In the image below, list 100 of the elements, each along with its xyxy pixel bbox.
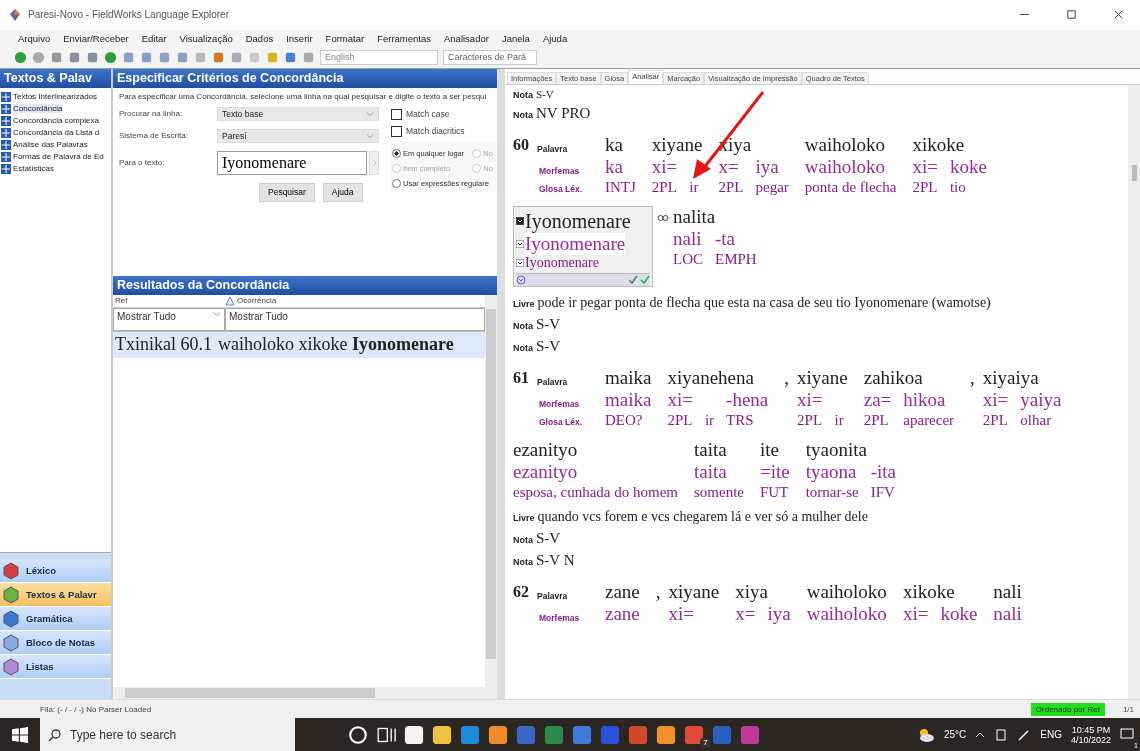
word-text[interactable]: nalita (673, 203, 757, 228)
gloss-text[interactable]: ir (704, 411, 715, 429)
morpheme-text[interactable]: iya (767, 602, 791, 625)
device-icon[interactable] (994, 727, 1009, 742)
morpheme-text[interactable]: -hena (726, 388, 769, 411)
word-text[interactable]: ka (605, 131, 636, 156)
morpheme-text[interactable]: -ita (870, 460, 897, 483)
word-text[interactable]: taita (693, 436, 744, 461)
morpheme-text[interactable]: xi= (651, 155, 678, 178)
word-text[interactable]: xiyaiya (982, 364, 1062, 389)
circle-chevron-icon[interactable] (516, 274, 526, 285)
word-text[interactable]: waiholoko (804, 131, 897, 156)
word-text[interactable]: xiya (735, 578, 791, 603)
sidebar-item[interactable]: Formas de Palavra de Ed (0, 150, 111, 163)
morpheme-text[interactable]: nali (673, 227, 702, 250)
filter-dropdown[interactable]: Mostrar Tudo (113, 307, 225, 331)
gloss-text[interactable]: 2PL (912, 178, 938, 196)
checkmark-icon[interactable] (640, 274, 650, 285)
maximize-icon[interactable] (1066, 9, 1077, 21)
gloss-text[interactable]: 2PL (982, 411, 1008, 429)
gloss-text[interactable]: EMPH (715, 250, 757, 268)
morpheme-text[interactable]: xi= (902, 602, 929, 625)
gloss-text[interactable]: TRS (726, 411, 754, 429)
menu-item[interactable]: Janela (501, 33, 530, 45)
column-header[interactable]: Ocorrência (225, 294, 485, 307)
morpheme-text[interactable]: ezanityo (513, 460, 578, 483)
menu-item[interactable]: Ajuda (542, 33, 568, 45)
sidebar-item[interactable]: Concordância da Lista d (0, 126, 111, 139)
morpheme-text[interactable]: koke (949, 155, 987, 178)
menu-item[interactable]: Inserir (286, 33, 313, 45)
gloss-text[interactable]: ir (834, 411, 844, 429)
horizontal-scrollbar[interactable] (113, 687, 485, 700)
sandbox-text[interactable]: Iyonomenare (525, 209, 631, 233)
gloss-text[interactable]: esposa, cunhada do homem (513, 483, 678, 501)
menu-item[interactable]: Dados (245, 33, 274, 45)
search-text-field[interactable]: Iyonomenare (217, 150, 367, 175)
word-text[interactable]: xiyane (797, 364, 848, 389)
morpheme-text[interactable]: maika (605, 388, 652, 411)
word-text[interactable]: zane (605, 578, 640, 603)
gloss-text[interactable]: ir (689, 178, 699, 196)
sidebar-item[interactable]: Textos Interlinearizados (0, 90, 111, 103)
splitter-handle[interactable] (0, 552, 111, 560)
gloss-text[interactable]: 2PL (797, 411, 823, 429)
word-text[interactable]: ezanityo (513, 436, 678, 461)
radio-button[interactable] (392, 178, 401, 188)
area-button[interactable]: Gramática (0, 607, 111, 632)
language-indicator[interactable]: ENG (1040, 729, 1062, 740)
approve-all-icon[interactable] (628, 274, 638, 285)
area-button[interactable]: Léxico (0, 559, 111, 584)
clock-time[interactable]: 10:45 PM (1071, 724, 1111, 735)
notification-icon[interactable] (1120, 726, 1134, 741)
gloss-text[interactable]: 2PL (863, 411, 889, 429)
menu-item[interactable]: Arquivo (18, 33, 51, 45)
result-row[interactable]: Txinikal 60.1 waiholoko xikoke Iyonomenare (113, 331, 485, 358)
gloss-text[interactable]: ponta de flecha (804, 178, 897, 196)
morpheme-text[interactable]: yaiya (1020, 388, 1062, 411)
gloss-text[interactable]: LOC (673, 250, 703, 268)
morpheme-text[interactable]: iya (755, 155, 779, 178)
menu-item[interactable]: Editar (141, 33, 167, 45)
vertical-scrollbar[interactable] (485, 294, 497, 700)
writing-system-dropdown[interactable]: English (320, 50, 438, 66)
analysis-sandbox[interactable]: Iyonomenare Iyonomenare Iyonomenare (513, 205, 653, 287)
checkbox[interactable] (391, 108, 402, 120)
menu-item[interactable]: Analisador (444, 33, 489, 45)
vertical-scrollbar[interactable] (1128, 84, 1140, 700)
area-button[interactable]: Listas (0, 655, 111, 680)
dialog-button[interactable]: Pesquisar (259, 182, 315, 202)
word-text[interactable]: xiyanehena (667, 364, 769, 389)
morpheme-text[interactable]: xi= (912, 155, 938, 178)
morpheme-text[interactable]: ka (605, 155, 623, 178)
gloss-text[interactable]: 2PL (667, 411, 693, 429)
gloss-text[interactable]: INTJ (605, 178, 636, 196)
gloss-text[interactable]: FUT (759, 483, 789, 501)
word-text[interactable]: maika (605, 364, 652, 389)
gloss-text[interactable]: IFV (870, 483, 895, 501)
gloss-text[interactable]: tornar-se (805, 483, 859, 501)
sandbox-text[interactable]: Iyonomenare (525, 232, 626, 255)
morpheme-text[interactable]: xi= (668, 602, 695, 625)
word-text[interactable]: waiholoko (806, 578, 887, 603)
morpheme-text[interactable]: xi= (797, 388, 823, 411)
morpheme-text[interactable]: koke (940, 602, 978, 625)
column-header[interactable]: Ref (113, 294, 225, 307)
clock-date[interactable]: 4/10/2022 (1070, 734, 1111, 745)
gloss-text[interactable]: 2PL (718, 178, 744, 196)
gloss-text[interactable]: pegar (755, 178, 789, 196)
sandbox-text[interactable]: Iyonomenare (525, 254, 599, 271)
morpheme-text[interactable]: taita (693, 460, 727, 483)
gloss-text[interactable]: 2PL (651, 178, 677, 196)
filter-dropdown[interactable]: Mostrar Tudo (225, 307, 485, 331)
menu-item[interactable]: Formatar (325, 33, 365, 45)
dropdown-arrow-icon[interactable] (516, 258, 524, 267)
gloss-text[interactable]: somente (693, 483, 744, 501)
morpheme-text[interactable]: waiholoko (806, 602, 887, 625)
gloss-text[interactable]: aparecer (903, 411, 955, 429)
morpheme-text[interactable]: za= (863, 388, 892, 411)
gloss-text[interactable]: tio (949, 178, 966, 196)
word-text[interactable]: tyaonita (805, 436, 897, 461)
word-text[interactable]: nali (993, 578, 1022, 603)
morpheme-text[interactable]: hikoa (903, 388, 946, 411)
dropdown[interactable]: Paresí (217, 128, 379, 143)
